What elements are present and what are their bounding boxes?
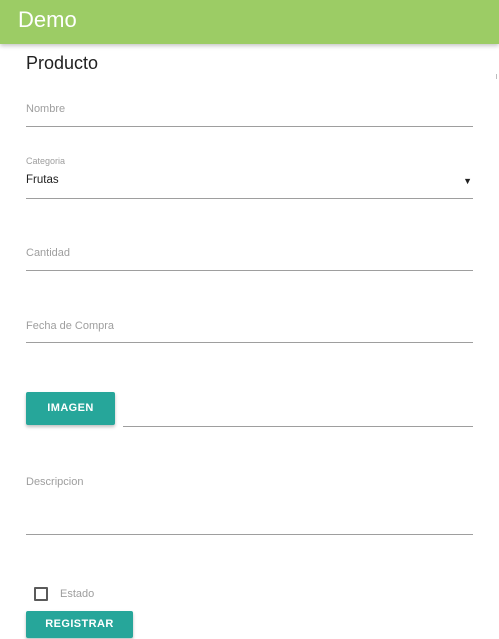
app-title: Demo (18, 7, 77, 32)
file-path-input[interactable] (123, 404, 473, 427)
fecha-compra-field[interactable]: Fecha de Compra (26, 313, 473, 343)
registrar-button[interactable]: REGISTRAR (26, 611, 133, 638)
descripcion-field[interactable]: Descripcion (26, 468, 473, 535)
chevron-down-icon: ▼ (463, 176, 472, 186)
app-window: Demo Producto Nombre Categoria Frutas ▼ … (0, 0, 499, 639)
nombre-label: Nombre (26, 103, 66, 115)
imagen-button[interactable]: IMAGEN (26, 392, 115, 425)
estado-label: Estado (60, 588, 95, 600)
cantidad-label: Cantidad (26, 247, 71, 259)
nombre-field[interactable]: Nombre (26, 96, 473, 127)
cantidad-field[interactable]: Cantidad (26, 240, 473, 271)
top-bar: Demo (0, 0, 499, 44)
categoria-select[interactable]: Categoria Frutas ▼ (26, 153, 473, 199)
categoria-label: Categoria (26, 156, 66, 166)
form-title: Producto (26, 53, 99, 73)
descripcion-label: Descripcion (26, 476, 84, 488)
categoria-value: Frutas (26, 174, 59, 186)
fecha-compra-label: Fecha de Compra (26, 320, 115, 332)
estado-checkbox[interactable] (34, 587, 48, 601)
